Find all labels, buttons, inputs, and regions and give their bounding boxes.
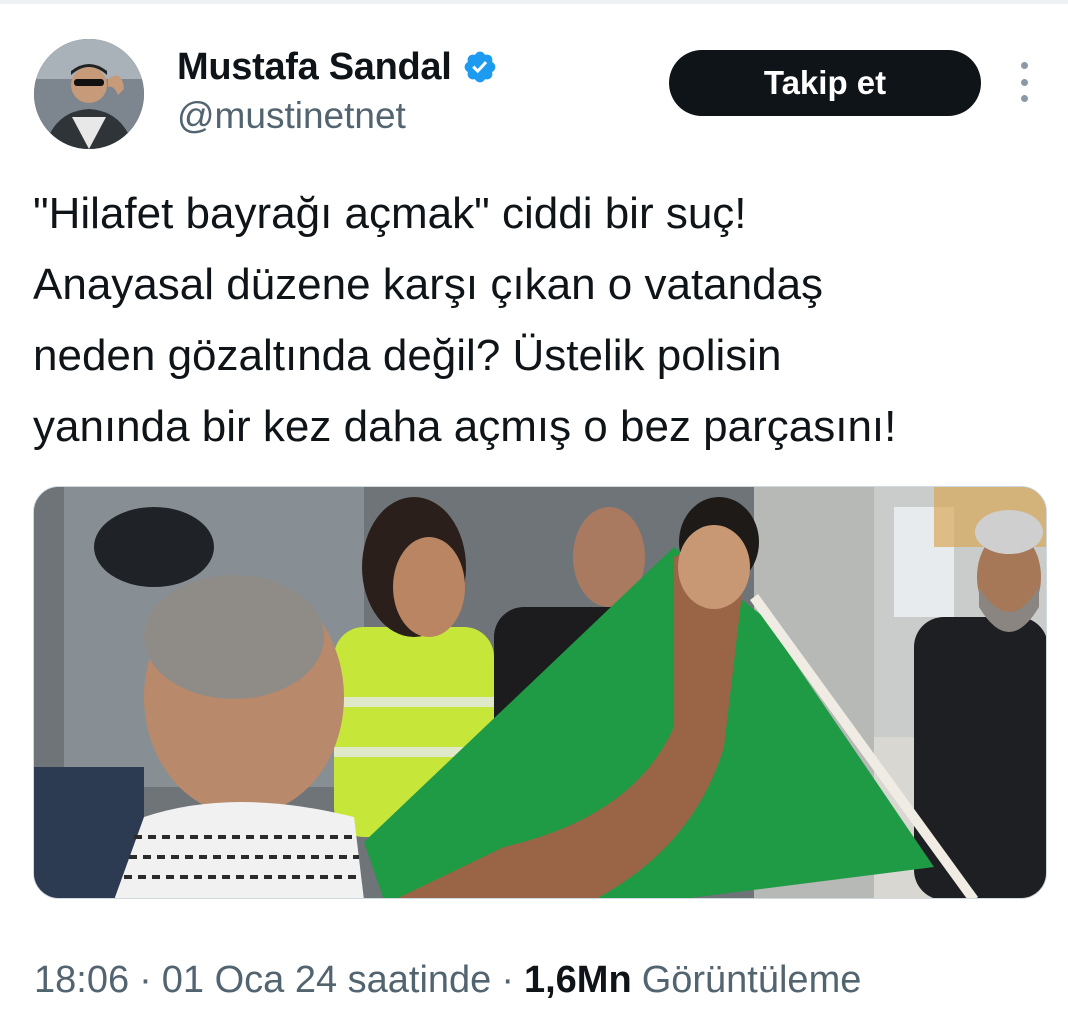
author-handle[interactable]: @mustinetnet	[177, 95, 406, 137]
meta-separator: ·	[501, 958, 514, 1001]
media-photo	[34, 487, 1046, 898]
tweet-time[interactable]: 18:06	[34, 959, 129, 1002]
tweet-text-line: Anayasal düzene karşı çıkan o vatandaş	[33, 260, 824, 309]
tweet-meta: 18:06 · 01 Oca 24 saatinde · 1,6Mn Görün…	[34, 955, 861, 1005]
tweet-text-line: neden gözaltında değil? Üstelik polisin	[33, 331, 782, 380]
tweet-date[interactable]: 01 Oca 24 saatinde	[162, 959, 492, 1002]
views-count[interactable]: 1,6Mn	[524, 959, 632, 1002]
tweet-text-line: yanında bir kez daha açmış o bez parçası…	[33, 402, 897, 451]
tweet-text-line: "Hilafet bayrağı açmak" ciddi bir suç!	[33, 189, 747, 238]
avatar[interactable]	[34, 39, 144, 149]
tweet-text: "Hilafet bayrağı açmak" ciddi bir suç! A…	[33, 178, 1043, 462]
verified-badge-icon	[462, 49, 498, 85]
author-name-row[interactable]: Mustafa Sandal	[177, 44, 498, 90]
views-label[interactable]: Görüntüleme	[642, 959, 862, 1002]
tweet-media-image[interactable]	[33, 486, 1047, 899]
tweet-card: Mustafa Sandal @mustinetnet Takip et "Hi…	[0, 0, 1068, 1032]
meta-separator: ·	[139, 958, 152, 1001]
follow-button[interactable]: Takip et	[669, 50, 981, 116]
avatar-image	[34, 39, 144, 149]
divider	[0, 0, 1068, 4]
more-vertical-icon[interactable]	[1010, 62, 1038, 102]
author-display-name[interactable]: Mustafa Sandal	[177, 46, 452, 89]
